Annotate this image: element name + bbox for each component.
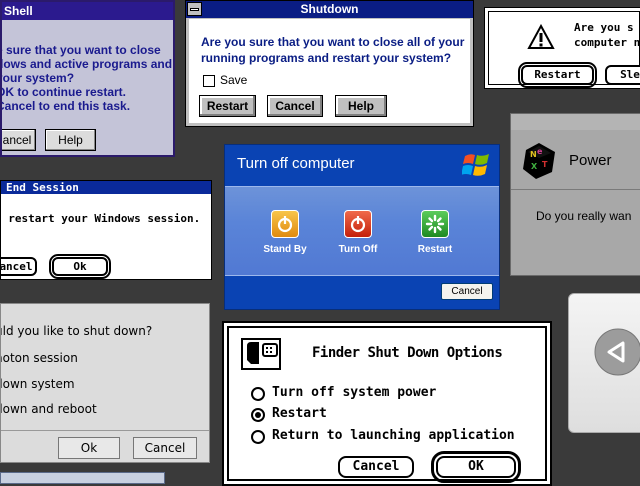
option-shut-down-system[interactable]: down system bbox=[1, 377, 75, 391]
end-session-title: End Session bbox=[1, 181, 211, 194]
back-arrow-icon[interactable] bbox=[593, 327, 640, 377]
end-session-message: l restart your Windows session. bbox=[0, 212, 201, 225]
radio-turn-off-power[interactable] bbox=[251, 387, 265, 401]
restart-button[interactable]: Restart bbox=[199, 95, 256, 117]
end-session-dialog: End Session l restart your Windows sessi… bbox=[0, 180, 212, 280]
help-button[interactable]: Help bbox=[45, 129, 96, 151]
warning-icon bbox=[527, 24, 555, 49]
restart-label[interactable]: Restart bbox=[411, 244, 459, 255]
cancel-button[interactable]: Cancel bbox=[267, 95, 323, 117]
shell-title: Shell bbox=[2, 2, 173, 20]
svg-text:X: X bbox=[531, 162, 538, 171]
partial-window-fragment bbox=[0, 472, 165, 484]
restart-button[interactable]: Restart bbox=[518, 62, 597, 88]
shell-dialog: Shell e sure that you want to close dows… bbox=[0, 0, 175, 157]
cancel-button[interactable]: Cancel bbox=[441, 283, 493, 300]
help-button[interactable]: Help bbox=[335, 95, 387, 117]
option-turn-off-power[interactable]: Turn off system power bbox=[272, 385, 436, 400]
next-power-title: Power bbox=[569, 152, 612, 169]
cancel-button[interactable]: ancel bbox=[1, 257, 37, 276]
shutdown-dialog: Shutdown Are you sure that you want to c… bbox=[185, 0, 474, 127]
radio-return-to-app[interactable] bbox=[251, 430, 265, 444]
next-power-message: Do you really wan bbox=[536, 209, 632, 223]
save-checkbox[interactable] bbox=[203, 75, 215, 87]
shutdown-question: uld you like to shut down? bbox=[0, 324, 153, 338]
mac-alert-message: Are you s computer n bbox=[574, 21, 640, 49]
turn-off-icon[interactable] bbox=[344, 210, 372, 238]
radio-restart[interactable] bbox=[251, 408, 265, 422]
system-menu-icon[interactable] bbox=[187, 2, 202, 16]
option-end-photon-session[interactable]: hoton session bbox=[1, 351, 78, 365]
svg-text:T: T bbox=[542, 160, 548, 169]
finder-shut-down-dialog: Finder Shut Down Options Turn off system… bbox=[222, 321, 552, 486]
cancel-button[interactable]: Cancel bbox=[338, 456, 414, 478]
shell-message: e sure that you want to close dows and a… bbox=[0, 43, 173, 113]
next-cube-icon: N e X T bbox=[523, 143, 555, 179]
aqua-panel bbox=[568, 293, 640, 433]
turn-off-label[interactable]: Turn Off bbox=[334, 244, 382, 255]
svg-text:N: N bbox=[530, 150, 537, 159]
finder-title: Finder Shut Down Options bbox=[312, 345, 503, 361]
standby-label[interactable]: Stand By bbox=[261, 244, 309, 255]
ok-button[interactable]: OK bbox=[431, 451, 521, 483]
shutdown-title: Shutdown bbox=[186, 1, 473, 18]
ok-button[interactable]: Ok bbox=[49, 254, 111, 279]
next-power-panel: N e X T Power Do you really wan bbox=[510, 113, 640, 276]
shutdown-message: Are you sure that you want to close all … bbox=[201, 35, 465, 65]
standby-icon[interactable] bbox=[271, 210, 299, 238]
option-shut-down-and-reboot[interactable]: down and reboot bbox=[1, 402, 97, 416]
xp-turn-off-dialog: Turn off computer Stand By Turn Off Rest… bbox=[224, 144, 500, 310]
sleep-button[interactable]: Sle bbox=[605, 65, 640, 85]
mac-restart-alert: Are you s computer n Restart Sle bbox=[484, 7, 640, 89]
xp-title: Turn off computer bbox=[237, 155, 355, 172]
option-restart[interactable]: Restart bbox=[272, 406, 327, 421]
finder-alert-icon bbox=[241, 338, 281, 370]
cancel-button[interactable]: ancel bbox=[2, 129, 36, 151]
photon-shutdown-dialog: uld you like to shut down? hoton session… bbox=[0, 303, 210, 463]
ok-button[interactable]: Ok bbox=[58, 437, 120, 459]
windows-logo-icon bbox=[462, 154, 489, 176]
svg-text:e: e bbox=[537, 147, 543, 156]
restart-icon[interactable] bbox=[421, 210, 449, 238]
cancel-button[interactable]: Cancel bbox=[133, 437, 197, 459]
save-label: Save bbox=[220, 73, 248, 87]
option-return-to-app[interactable]: Return to launching application bbox=[272, 428, 515, 443]
